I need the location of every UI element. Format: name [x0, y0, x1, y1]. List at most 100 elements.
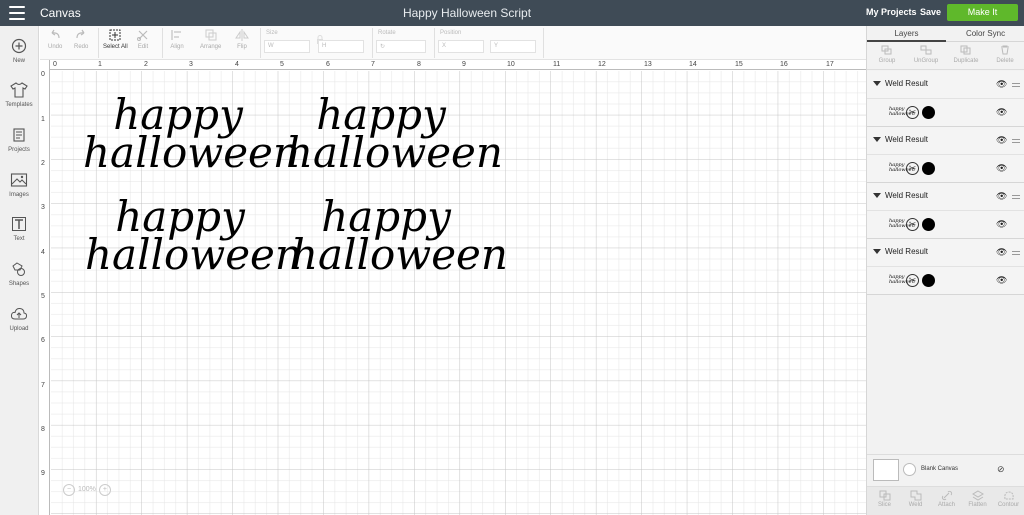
bottom-actions: Slice Weld Attach Flatten Contour: [867, 486, 1024, 515]
design-happy-halloween[interactable]: happy halloween: [83, 94, 300, 174]
layer-row[interactable]: happy halloween ✂ 👁: [867, 267, 1024, 295]
canvas-preview: [873, 459, 899, 481]
tab-color-sync[interactable]: Color Sync: [946, 29, 1024, 38]
eye-icon[interactable]: 👁: [996, 219, 1007, 230]
flatten-icon: [962, 490, 993, 502]
trash-icon: [987, 45, 1023, 56]
layer-header[interactable]: Weld Result 👁: [867, 127, 1024, 155]
ungroup-button[interactable]: UnGroup: [908, 45, 944, 64]
zoom-control: −100% +: [60, 484, 114, 496]
cut-icon[interactable]: ✂: [906, 162, 919, 175]
layer-header[interactable]: Weld Result 👁: [867, 239, 1024, 267]
layer-group[interactable]: Weld Result 👁 happy halloween ✂ 👁: [867, 127, 1024, 183]
layer-header[interactable]: Weld Result 👁: [867, 71, 1024, 99]
color-swatch[interactable]: [922, 218, 935, 231]
position-label: Position: [440, 30, 462, 36]
eye-hidden-icon[interactable]: ⊘: [997, 464, 1005, 475]
color-swatch[interactable]: [922, 274, 935, 287]
design-happy-halloween[interactable]: happy halloween: [291, 196, 508, 276]
flip-button[interactable]: Flip: [235, 28, 249, 50]
eye-icon[interactable]: 👁: [996, 107, 1007, 118]
caret-down-icon[interactable]: [873, 193, 881, 198]
cut-icon[interactable]: ✂: [906, 106, 919, 119]
nav-images[interactable]: Images: [0, 172, 38, 198]
design-canvas[interactable]: 0 1 2 3 4 5 6 7 8 9 10 11 12 13 14 15 16…: [40, 60, 866, 515]
scissors-icon: [136, 28, 150, 44]
x-position-field[interactable]: X: [438, 40, 484, 53]
eye-icon[interactable]: 👁: [996, 275, 1007, 286]
align-button[interactable]: Align: [170, 28, 184, 50]
nav-projects[interactable]: Projects: [0, 127, 38, 153]
cut-icon[interactable]: ✂: [906, 274, 919, 287]
drag-handle-icon[interactable]: [1012, 139, 1020, 145]
y-position-field[interactable]: Y: [490, 40, 536, 53]
color-swatch[interactable]: [922, 106, 935, 119]
layer-row[interactable]: happy halloween ✂ 👁: [867, 211, 1024, 239]
nav-label: Text: [13, 236, 25, 242]
layer-header[interactable]: Weld Result 👁: [867, 183, 1024, 211]
layer-row[interactable]: happy halloween ✂ 👁: [867, 99, 1024, 127]
edit-toolbar: Undo Redo Select All Edit Align Arrange …: [40, 26, 866, 60]
design-happy-halloween[interactable]: happy halloween: [286, 94, 503, 174]
group-icon: [869, 45, 905, 56]
redo-label: Redo: [74, 44, 89, 50]
drag-handle-icon[interactable]: [1012, 195, 1020, 201]
my-projects-link[interactable]: My Projects: [866, 7, 917, 17]
weld-button[interactable]: Weld: [900, 490, 931, 508]
select-all-button[interactable]: Select All: [103, 28, 128, 50]
ruler-left: 0 1 2 3 4 5 6 7 8 9: [40, 60, 50, 515]
height-field[interactable]: H: [318, 40, 364, 53]
rotate-field[interactable]: ↻: [376, 40, 426, 53]
nav-new[interactable]: New: [0, 38, 38, 64]
width-field[interactable]: W: [264, 40, 310, 53]
flatten-button[interactable]: Flatten: [962, 490, 993, 508]
zoom-out-button[interactable]: −: [63, 484, 75, 496]
contour-button[interactable]: Contour: [993, 490, 1024, 508]
edit-button[interactable]: Edit: [136, 28, 150, 50]
drag-handle-icon[interactable]: [1012, 251, 1020, 257]
nav-shapes[interactable]: Shapes: [0, 261, 38, 287]
nav-templates[interactable]: Templates: [0, 82, 38, 108]
eye-icon[interactable]: 👁: [996, 135, 1007, 146]
panel-tabs: Layers Color Sync: [867, 26, 1024, 42]
caret-down-icon[interactable]: [873, 137, 881, 142]
canvas-color-swatch[interactable]: [903, 463, 916, 476]
layer-name: Weld Result: [885, 247, 928, 256]
color-swatch[interactable]: [922, 162, 935, 175]
align-icon: [170, 28, 184, 44]
layer-group[interactable]: Weld Result 👁 happy halloween ✂ 👁: [867, 183, 1024, 239]
nav-label: Templates: [5, 102, 33, 108]
tab-layers[interactable]: Layers: [867, 29, 946, 42]
weld-icon: [900, 490, 931, 502]
nav-upload[interactable]: Upload: [0, 306, 38, 332]
slice-icon: [869, 490, 900, 502]
layer-group[interactable]: Weld Result 👁 happy halloween ✂ 👁: [867, 71, 1024, 127]
drag-handle-icon[interactable]: [1012, 83, 1020, 89]
nav-label: New: [12, 58, 25, 64]
attach-icon: [931, 490, 962, 502]
caret-down-icon[interactable]: [873, 81, 881, 86]
attach-button[interactable]: Attach: [931, 490, 962, 508]
make-it-button[interactable]: Make It: [947, 4, 1018, 21]
design-happy-halloween[interactable]: happy halloween: [85, 196, 302, 276]
layer-row[interactable]: happy halloween ✂ 👁: [867, 155, 1024, 183]
delete-button[interactable]: Delete: [987, 45, 1023, 64]
group-button[interactable]: Group: [869, 45, 905, 64]
blank-canvas-row[interactable]: Blank Canvas ⊘: [867, 454, 1024, 486]
arrange-button[interactable]: Arrange: [200, 28, 221, 50]
eye-icon[interactable]: 👁: [996, 79, 1007, 90]
save-button[interactable]: Save: [920, 7, 941, 17]
redo-button[interactable]: Redo: [74, 28, 88, 50]
eye-icon[interactable]: 👁: [996, 163, 1007, 174]
edit-label: Edit: [137, 44, 149, 50]
undo-button[interactable]: Undo: [48, 28, 62, 50]
eye-icon[interactable]: 👁: [996, 247, 1007, 258]
eye-icon[interactable]: 👁: [996, 191, 1007, 202]
zoom-in-button[interactable]: +: [98, 484, 111, 496]
caret-down-icon[interactable]: [873, 249, 881, 254]
cut-icon[interactable]: ✂: [906, 218, 919, 231]
layer-group[interactable]: Weld Result 👁 happy halloween ✂ 👁: [867, 239, 1024, 295]
duplicate-button[interactable]: Duplicate: [948, 45, 984, 64]
nav-text[interactable]: Text: [0, 216, 38, 242]
slice-button[interactable]: Slice: [869, 490, 900, 508]
